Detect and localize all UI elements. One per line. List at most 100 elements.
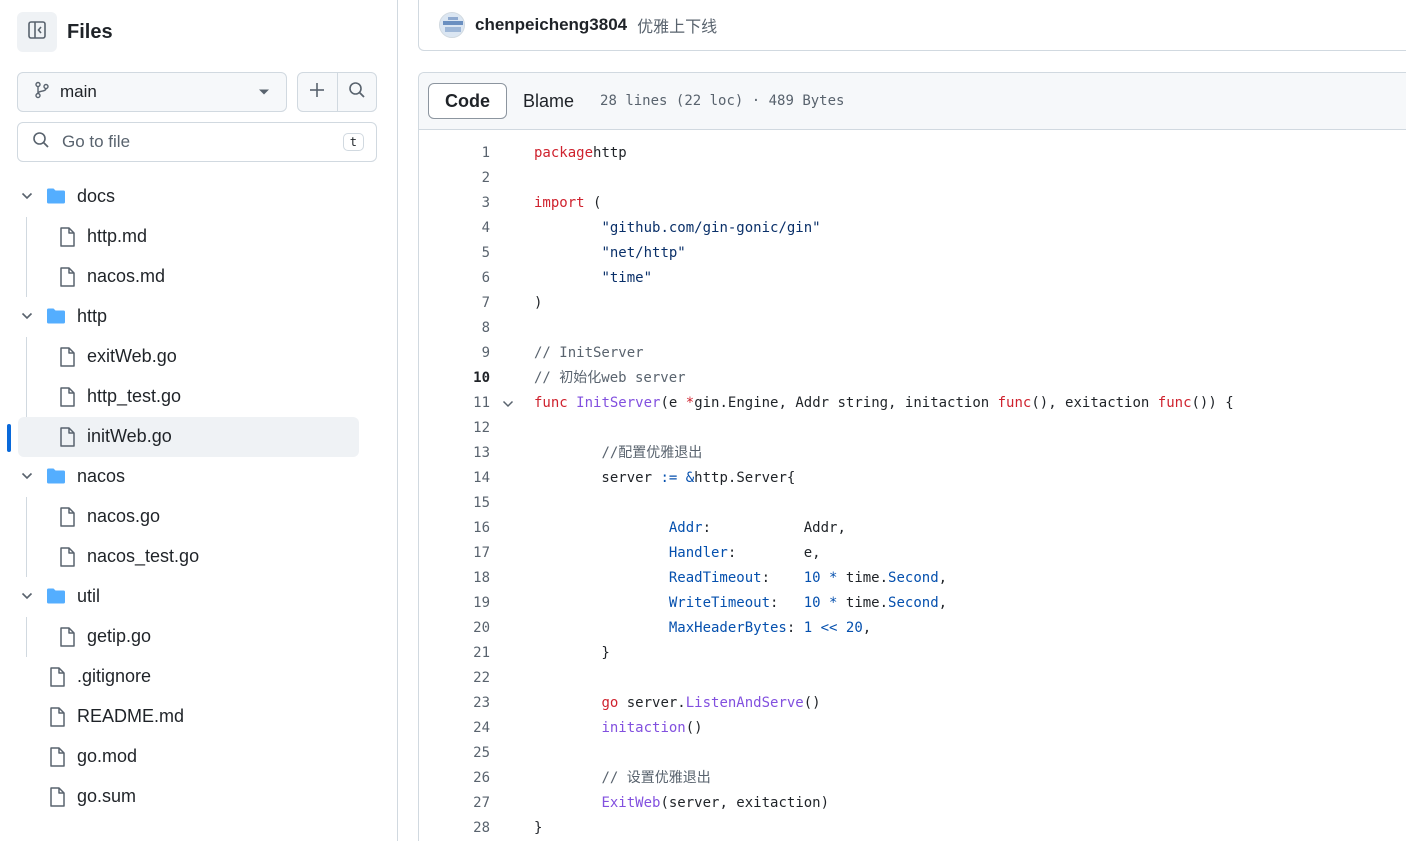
line-number[interactable]: 9 bbox=[419, 341, 490, 366]
tree-item-label: nacos bbox=[77, 466, 126, 486]
line-number[interactable]: 21 bbox=[419, 641, 490, 666]
tree-file-getip.go[interactable]: getip.go bbox=[0, 617, 397, 657]
tree-file-.gitignore[interactable]: .gitignore bbox=[0, 657, 397, 697]
tree-file-nacos.go[interactable]: nacos.go bbox=[0, 497, 397, 537]
latest-commit-bar: chenpeicheng3804 优雅上下线 bbox=[418, 0, 1406, 51]
collapse-sidebar-button[interactable] bbox=[17, 12, 57, 52]
line-number[interactable]: 5 bbox=[419, 241, 490, 266]
code-line: 18 ReadTimeout: 10 * time.Second, bbox=[419, 566, 1406, 591]
code-toolbar: Code Blame 28 lines (22 loc) · 489 Bytes bbox=[419, 73, 1406, 130]
file-actions-group bbox=[297, 72, 377, 112]
tree-folder-http[interactable]: http bbox=[0, 297, 397, 337]
line-number[interactable]: 4 bbox=[419, 216, 490, 241]
tree-folder-nacos[interactable]: nacos bbox=[0, 457, 397, 497]
code-line: 21 } bbox=[419, 641, 1406, 666]
tree-item-label: nacos.go bbox=[87, 506, 161, 526]
tree-item-label: nacos_test.go bbox=[87, 546, 200, 566]
line-number[interactable]: 25 bbox=[419, 741, 490, 766]
tree-file-http.md[interactable]: http.md bbox=[0, 217, 397, 257]
add-file-button[interactable] bbox=[298, 73, 337, 111]
code-text: go server.ListenAndServe() bbox=[601, 695, 821, 711]
go-to-file-input[interactable]: Go to file t bbox=[17, 122, 377, 162]
file-icon bbox=[59, 547, 75, 572]
file-icon bbox=[49, 707, 65, 732]
commit-message[interactable]: 优雅上下线 bbox=[637, 13, 717, 37]
keyboard-shortcut-badge: t bbox=[342, 133, 364, 151]
tree-item-label: README.md bbox=[77, 706, 185, 726]
code-line: 25 bbox=[419, 741, 1406, 766]
line-number[interactable]: 10 bbox=[419, 366, 490, 391]
commit-author[interactable]: chenpeicheng3804 bbox=[475, 15, 627, 35]
search-placeholder: Go to file bbox=[62, 132, 131, 151]
folder-icon bbox=[46, 467, 66, 490]
line-number[interactable]: 26 bbox=[419, 766, 490, 791]
branch-selector[interactable]: main bbox=[17, 72, 287, 112]
code-text: "net/http" bbox=[601, 245, 686, 261]
line-number[interactable]: 16 bbox=[419, 516, 490, 541]
line-number[interactable]: 23 bbox=[419, 691, 490, 716]
fold-chevron-icon[interactable] bbox=[501, 397, 515, 416]
chevron-down-icon[interactable] bbox=[20, 189, 34, 208]
sidebar-collapse-icon bbox=[27, 20, 47, 45]
line-number[interactable]: 15 bbox=[419, 491, 490, 516]
folder-icon bbox=[46, 587, 66, 610]
line-number[interactable]: 8 bbox=[419, 316, 490, 341]
code-text: //配置优雅退出 bbox=[601, 445, 703, 461]
view-mode-toggle: Code Blame bbox=[428, 83, 590, 119]
tree-file-go.sum[interactable]: go.sum bbox=[0, 777, 397, 817]
code-line: 11 func InitServer(e *gin.Engine, Addr st… bbox=[419, 391, 1406, 416]
file-icon bbox=[59, 347, 75, 372]
line-number[interactable]: 28 bbox=[419, 816, 490, 841]
chevron-down-icon[interactable] bbox=[20, 589, 34, 608]
search-files-button[interactable] bbox=[336, 73, 377, 111]
tree-folder-docs[interactable]: docs bbox=[0, 177, 397, 217]
tree-file-README.md[interactable]: README.md bbox=[0, 697, 397, 737]
file-icon bbox=[59, 627, 75, 652]
tree-item-label: util bbox=[77, 586, 101, 606]
line-number[interactable]: 7 bbox=[419, 291, 490, 316]
line-number[interactable]: 22 bbox=[419, 666, 490, 691]
code-text: } bbox=[534, 645, 610, 661]
line-number[interactable]: 12 bbox=[419, 416, 490, 441]
tree-file-go.mod[interactable]: go.mod bbox=[0, 737, 397, 777]
sidebar-title: Files bbox=[67, 20, 113, 43]
file-tree-sidebar: Files main Go to file t docs http.md nac… bbox=[0, 0, 398, 841]
tree-item-label: go.mod bbox=[77, 746, 138, 766]
tree-item-label: http_test.go bbox=[87, 386, 182, 406]
line-number[interactable]: 2 bbox=[419, 166, 490, 191]
tree-file-exitWeb.go[interactable]: exitWeb.go bbox=[0, 337, 397, 377]
line-number[interactable]: 20 bbox=[419, 616, 490, 641]
tree-file-nacos.md[interactable]: nacos.md bbox=[0, 257, 397, 297]
line-number[interactable]: 1 bbox=[419, 141, 490, 166]
line-number[interactable]: 19 bbox=[419, 591, 490, 616]
line-number[interactable]: 6 bbox=[419, 266, 490, 291]
line-number[interactable]: 27 bbox=[419, 791, 490, 816]
tab-blame[interactable]: Blame bbox=[507, 83, 590, 119]
tree-item-label: .gitignore bbox=[77, 666, 152, 686]
code-line: 2 bbox=[419, 166, 1406, 191]
tree-file-initWeb.go[interactable]: initWeb.go bbox=[0, 417, 397, 457]
line-number[interactable]: 14 bbox=[419, 466, 490, 491]
line-number[interactable]: 13 bbox=[419, 441, 490, 466]
tab-code[interactable]: Code bbox=[428, 83, 507, 119]
branch-name: main bbox=[60, 82, 97, 101]
line-number[interactable]: 11 bbox=[419, 391, 490, 416]
code-line: 7) bbox=[419, 291, 1406, 316]
chevron-down-icon[interactable] bbox=[20, 309, 34, 328]
code-viewer: Code Blame 28 lines (22 loc) · 489 Bytes… bbox=[418, 72, 1406, 841]
line-number[interactable]: 3 bbox=[419, 191, 490, 216]
line-number[interactable]: 17 bbox=[419, 541, 490, 566]
line-number[interactable]: 24 bbox=[419, 716, 490, 741]
avatar[interactable] bbox=[439, 12, 465, 38]
code-text: func InitServer(e *gin.Engine, Addr stri… bbox=[534, 395, 1234, 411]
tree-folder-util[interactable]: util bbox=[0, 577, 397, 617]
chevron-down-icon[interactable] bbox=[20, 469, 34, 488]
line-number[interactable]: 18 bbox=[419, 566, 490, 591]
code-text: import ( bbox=[534, 195, 602, 211]
tree-file-http_test.go[interactable]: http_test.go bbox=[0, 377, 397, 417]
code-line: 15 bbox=[419, 491, 1406, 516]
tree-item-label: nacos.md bbox=[87, 266, 166, 286]
tree-file-nacos_test.go[interactable]: nacos_test.go bbox=[0, 537, 397, 577]
code-line: 10 // 初始化web server bbox=[419, 366, 1406, 391]
code-line: 20 MaxHeaderBytes: 1 << 20, bbox=[419, 616, 1406, 641]
